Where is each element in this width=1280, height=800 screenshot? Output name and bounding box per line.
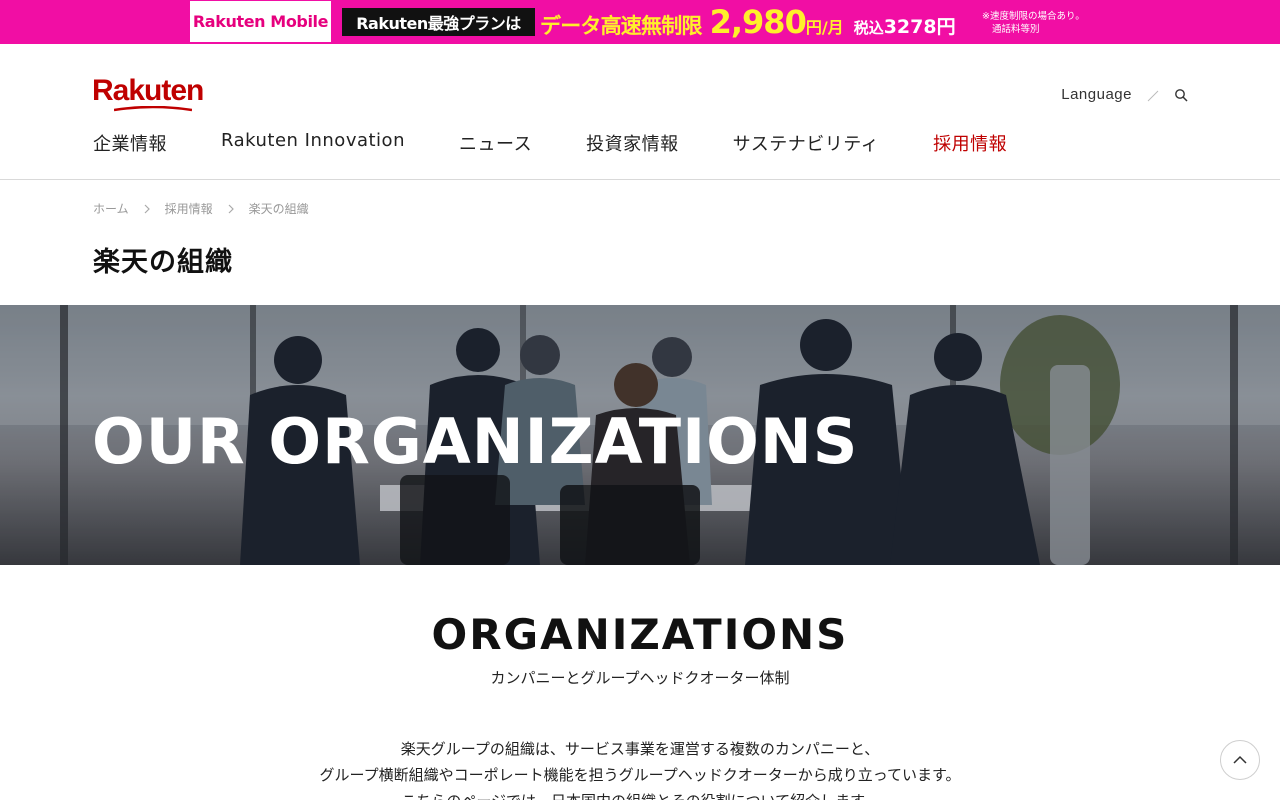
- promo-headline: データ高速無制限 2,980 円/月 税込 3278円: [540, 2, 956, 42]
- hero-title: OUR ORGANIZATIONS: [92, 405, 859, 478]
- section-subtitle: カンパニーとグループヘッドクオーター体制: [490, 669, 790, 687]
- breadcrumb: ホーム 採用情報 楽天の組織: [93, 200, 309, 217]
- section-body-line: こちらのページでは、日本国内の組織とその役割について紹介します。: [0, 788, 1280, 800]
- global-nav: 企業情報 Rakuten Innovation ニュース 投資家情報 サステナビ…: [93, 130, 1061, 156]
- section-body: 楽天グループの組織は、サービス事業を運営する複数のカンパニーと、 グループ横断組…: [0, 736, 1280, 800]
- section-title: ORGANIZATIONS: [431, 610, 849, 659]
- promo-price-unit: 円/月: [805, 18, 844, 37]
- logo-swoosh-icon: [114, 106, 192, 112]
- breadcrumb-current: 楽天の組織: [248, 202, 309, 216]
- search-icon[interactable]: [1174, 88, 1188, 102]
- header-utility: Language: [1061, 86, 1188, 103]
- promo-tax-price: 3278円: [883, 16, 956, 38]
- promo-plan-label: Rakuten最強プランは: [342, 8, 535, 36]
- promo-note: ※速度制限の場合あり。 通話料等別: [982, 11, 1085, 35]
- site-header: Rakuten Language 企業情報 Rakuten Innovation…: [0, 44, 1280, 180]
- nav-item-innovation[interactable]: Rakuten Innovation: [221, 130, 405, 156]
- page-title: 楽天の組織: [93, 247, 233, 278]
- promo-price: 2,980: [709, 3, 807, 41]
- chevron-right-icon: [228, 204, 234, 213]
- nav-item-careers[interactable]: 採用情報: [933, 130, 1007, 156]
- rakuten-logo[interactable]: Rakuten: [92, 74, 204, 108]
- language-link[interactable]: Language: [1061, 86, 1132, 103]
- divider-slash-icon: [1147, 90, 1159, 101]
- breadcrumb-home[interactable]: ホーム: [93, 200, 129, 217]
- chevron-right-icon: [144, 204, 150, 213]
- breadcrumb-careers[interactable]: 採用情報: [165, 200, 213, 217]
- rakuten-mobile-logo: Rakuten Mobile: [190, 1, 331, 42]
- promo-headline-text: データ高速無制限: [540, 14, 702, 38]
- promo-tax-label: 税込: [853, 19, 884, 37]
- nav-item-company[interactable]: 企業情報: [93, 130, 167, 156]
- chevron-up-icon: [1233, 755, 1247, 764]
- nav-item-news[interactable]: ニュース: [459, 130, 532, 156]
- promo-banner[interactable]: Rakuten Mobile Rakuten最強プランは データ高速無制限 2,…: [0, 0, 1280, 44]
- nav-item-investors[interactable]: 投資家情報: [586, 130, 679, 156]
- nav-item-sustainability[interactable]: サステナビリティ: [733, 130, 880, 156]
- back-to-top-button[interactable]: [1220, 740, 1260, 780]
- section-body-line: 楽天グループの組織は、サービス事業を運営する複数のカンパニーと、: [400, 740, 880, 758]
- hero-banner: OUR ORGANIZATIONS: [0, 305, 1280, 565]
- section-body-line: グループ横断組織やコーポレート機能を担うグループヘッドクオーターから成り立ってい…: [319, 766, 961, 784]
